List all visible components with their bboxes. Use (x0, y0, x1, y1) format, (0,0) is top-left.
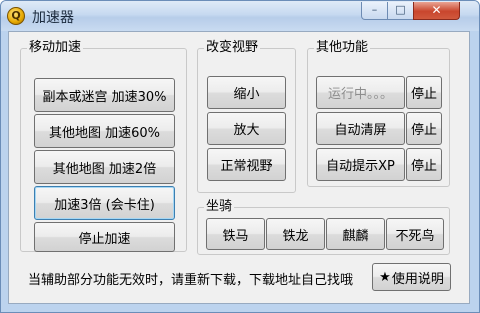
speed-2x-button[interactable]: 其他地图 加速2倍 (34, 150, 175, 184)
title-bar[interactable]: Q 加速器 – □ ✕ (1, 1, 479, 31)
normal-view-button[interactable]: 正常视野 (207, 148, 286, 181)
speed-3x-button[interactable]: 加速3倍 (会卡住) (34, 186, 175, 220)
stop-auto-hint-button[interactable]: 停止 (406, 148, 442, 181)
star-icon: ★ (379, 269, 391, 285)
help-button-label: 使用说明 (391, 271, 444, 287)
group-view: 改变视野 缩小 放大 正常视野 (197, 40, 296, 193)
auto-clear-screen-button[interactable]: 自动清屏 (316, 112, 405, 145)
stop-running-button[interactable]: 停止 (406, 76, 442, 109)
maximize-button[interactable]: □ (387, 2, 414, 20)
group-view-label: 改变视野 (204, 40, 261, 56)
app-window: Q 加速器 – □ ✕ 移动加速 副本或迷宫 加速30% 其他地图 加速60% … (0, 0, 480, 313)
minimize-button[interactable]: – (361, 2, 388, 20)
mount-phoenix-button[interactable]: 不死鸟 (386, 218, 444, 250)
zoom-out-button[interactable]: 缩小 (207, 76, 286, 109)
group-other-label: 其他功能 (314, 40, 371, 56)
client-area: 移动加速 副本或迷宫 加速30% 其他地图 加速60% 其他地图 加速2倍 加速… (8, 31, 470, 304)
group-mount: 坐骑 铁马 铁龙 麒麟 不死鸟 (197, 199, 450, 255)
stop-speed-button[interactable]: 停止加速 (34, 222, 175, 252)
group-move-speed-label: 移动加速 (27, 40, 84, 56)
speed-60-percent-button[interactable]: 其他地图 加速60% (34, 114, 175, 148)
mount-iron-dragon-button[interactable]: 铁龙 (266, 218, 325, 250)
group-other: 其他功能 运行中。。。 停止 自动清屏 停止 自动提示XP 停止 (307, 40, 450, 187)
stop-auto-clear-button[interactable]: 停止 (406, 112, 442, 145)
notice-text: 当辅助部分功能无效时，请重新下载，下载地址自己找哦 (28, 273, 354, 288)
speed-30-percent-button[interactable]: 副本或迷宫 加速30% (34, 78, 175, 112)
window-title: 加速器 (32, 10, 74, 26)
mount-iron-horse-button[interactable]: 铁马 (206, 218, 265, 250)
group-mount-label: 坐骑 (204, 199, 235, 215)
help-button[interactable]: ★ 使用说明 (372, 263, 451, 291)
app-logo-icon: Q (7, 7, 25, 25)
mount-qilin-button[interactable]: 麒麟 (326, 218, 385, 250)
running-status-button: 运行中。。。 (316, 76, 405, 109)
auto-hint-xp-button[interactable]: 自动提示XP (316, 148, 405, 181)
close-button[interactable]: ✕ (413, 2, 460, 20)
group-move-speed: 移动加速 副本或迷宫 加速30% 其他地图 加速60% 其他地图 加速2倍 加速… (20, 40, 187, 252)
zoom-in-button[interactable]: 放大 (207, 112, 286, 145)
